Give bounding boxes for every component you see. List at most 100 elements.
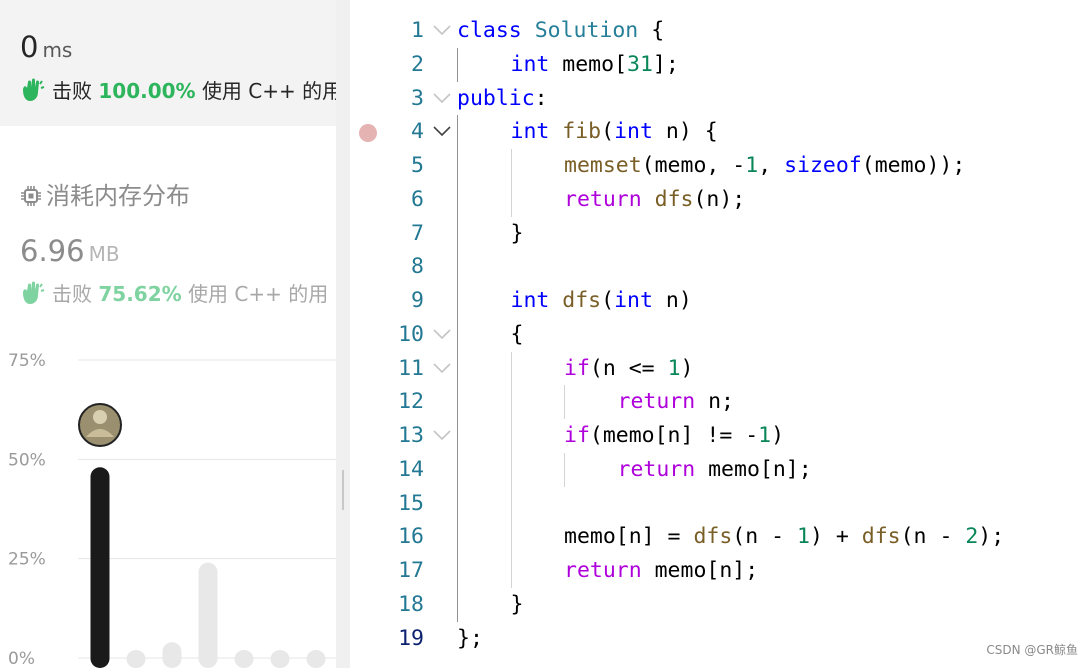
chart-bar[interactable]: [306, 650, 326, 668]
code-token: 1: [745, 153, 759, 178]
code-text[interactable]: int fib(int n) {: [511, 115, 718, 149]
fold-chevron-icon[interactable]: [432, 361, 452, 375]
code-token: (: [601, 119, 615, 145]
code-text[interactable]: return memo[n];: [618, 453, 812, 487]
code-text[interactable]: class Solution {: [457, 14, 664, 48]
code-line[interactable]: 8: [350, 250, 1092, 284]
fold-chevron-icon[interactable]: [432, 23, 452, 37]
code-token: ): [771, 423, 785, 448]
memory-number: 6.96: [20, 234, 85, 268]
line-number[interactable]: 2: [350, 48, 424, 82]
code-text[interactable]: };: [457, 622, 483, 656]
code-text[interactable]: return n;: [618, 385, 735, 419]
code-line[interactable]: 15: [350, 487, 1092, 521]
line-number[interactable]: 4: [350, 115, 424, 149]
code-line[interactable]: 1 class Solution {: [350, 14, 1092, 48]
code-text[interactable]: return memo[n];: [564, 554, 758, 588]
code-line[interactable]: 2 int memo[31];: [350, 48, 1092, 82]
resize-handle[interactable]: [342, 470, 344, 510]
chart-bar[interactable]: [162, 642, 182, 668]
memory-distribution-chart: 75% 50% 25% 0%: [8, 351, 336, 668]
fold-chevron-icon[interactable]: [432, 428, 452, 442]
line-number[interactable]: 6: [350, 183, 424, 217]
line-number[interactable]: 3: [350, 82, 424, 116]
panel-divider[interactable]: [336, 0, 350, 668]
line-number[interactable]: 17: [350, 554, 424, 588]
line-number[interactable]: 15: [350, 487, 424, 521]
code-token: return: [564, 186, 642, 212]
code-line[interactable]: 17 return memo[n];: [350, 554, 1092, 588]
code-token: n) {: [652, 119, 718, 145]
line-number[interactable]: 12: [350, 385, 424, 419]
chart-bar[interactable]: [90, 467, 110, 668]
runtime-card[interactable]: 0 ms 击败 100.00% 使用 C++ 的用: [0, 0, 336, 126]
code-text[interactable]: if(memo[n] != -1): [564, 419, 784, 453]
code-token: 1: [758, 423, 772, 448]
code-text[interactable]: int dfs(int n): [511, 284, 692, 318]
code-text[interactable]: return dfs(n);: [564, 183, 745, 217]
user-avatar[interactable]: [78, 403, 122, 447]
code-text[interactable]: }: [511, 588, 524, 622]
chip-icon: [21, 186, 41, 206]
line-number[interactable]: 19: [350, 622, 424, 656]
code-token: ) +: [809, 524, 862, 550]
code-token: fib: [562, 119, 602, 145]
code-line[interactable]: 19};: [350, 622, 1092, 656]
line-number[interactable]: 13: [350, 419, 424, 453]
line-number[interactable]: 1: [350, 14, 424, 48]
code-line[interactable]: 5 memset(memo, -1, sizeof(memo));: [350, 149, 1092, 183]
code-token: (n -: [900, 524, 966, 550]
code-text[interactable]: }: [511, 217, 524, 251]
fold-chevron-icon[interactable]: [432, 91, 452, 105]
code-text[interactable]: if(n <= 1): [564, 352, 693, 386]
code-line[interactable]: 13 if(memo[n] != -1): [350, 419, 1092, 453]
chart-bar[interactable]: [126, 650, 146, 668]
code-token: 1: [797, 524, 810, 550]
clap-icon: [23, 281, 45, 304]
chart-bar[interactable]: [198, 562, 218, 668]
memory-title: 消耗内存分布: [20, 176, 190, 211]
code-text[interactable]: memset(memo, -1, sizeof(memo));: [564, 149, 965, 183]
code-line[interactable]: 3 public:: [350, 82, 1092, 116]
runtime-beats: 击败 100.00% 使用 C++ 的用: [20, 75, 336, 104]
code-token: public: [457, 85, 535, 111]
line-number[interactable]: 9: [350, 284, 424, 318]
code-line[interactable]: 12 return n;: [350, 385, 1092, 419]
chart-bar[interactable]: [234, 650, 254, 668]
line-number[interactable]: 11: [350, 352, 424, 386]
code-line[interactable]: 16 memo[n] = dfs(n - 1) + dfs(n - 2);: [350, 520, 1092, 554]
code-line[interactable]: 9 int dfs(int n): [350, 284, 1092, 318]
memory-unit: MB: [88, 242, 120, 266]
code-text[interactable]: memo[n] = dfs(n - 1) + dfs(n - 2);: [564, 520, 1004, 554]
code-token: :: [534, 85, 548, 111]
line-number[interactable]: 16: [350, 520, 424, 554]
code-text[interactable]: {: [511, 318, 524, 352]
code-token: }: [510, 591, 524, 617]
line-number[interactable]: 18: [350, 588, 424, 622]
runtime-number: 0: [20, 30, 39, 64]
code-line[interactable]: 6 return dfs(n);: [350, 183, 1092, 217]
line-number[interactable]: 8: [350, 250, 424, 284]
code-editor[interactable]: 1 class Solution {2 int memo[31]; 3 public: 4…: [350, 0, 1092, 668]
line-number[interactable]: 14: [350, 453, 424, 487]
code-line[interactable]: 4 int fib(int n) {: [350, 115, 1092, 149]
line-number[interactable]: 5: [350, 149, 424, 183]
code-line[interactable]: 14 return memo[n];: [350, 453, 1092, 487]
code-text[interactable]: public:: [457, 82, 548, 116]
chart-bar[interactable]: [270, 650, 290, 668]
code-line[interactable]: 7}: [350, 217, 1092, 251]
y-tick-label: 50%: [8, 450, 46, 470]
code-line[interactable]: 11 if(n <= 1): [350, 352, 1092, 386]
code-token: );: [978, 524, 1005, 550]
code-text[interactable]: int memo[31];: [511, 48, 679, 82]
fold-chevron-icon[interactable]: [432, 124, 452, 138]
runtime-beats-suffix: 使用 C++ 的用: [201, 79, 336, 103]
code-token: (memo));: [861, 153, 966, 178]
code-line[interactable]: 10 {: [350, 318, 1092, 352]
fold-chevron-icon[interactable]: [432, 327, 452, 341]
code-line[interactable]: 18}: [350, 588, 1092, 622]
line-number[interactable]: 10: [350, 318, 424, 352]
line-number[interactable]: 7: [350, 217, 424, 251]
code-token: memo[n];: [695, 456, 812, 482]
